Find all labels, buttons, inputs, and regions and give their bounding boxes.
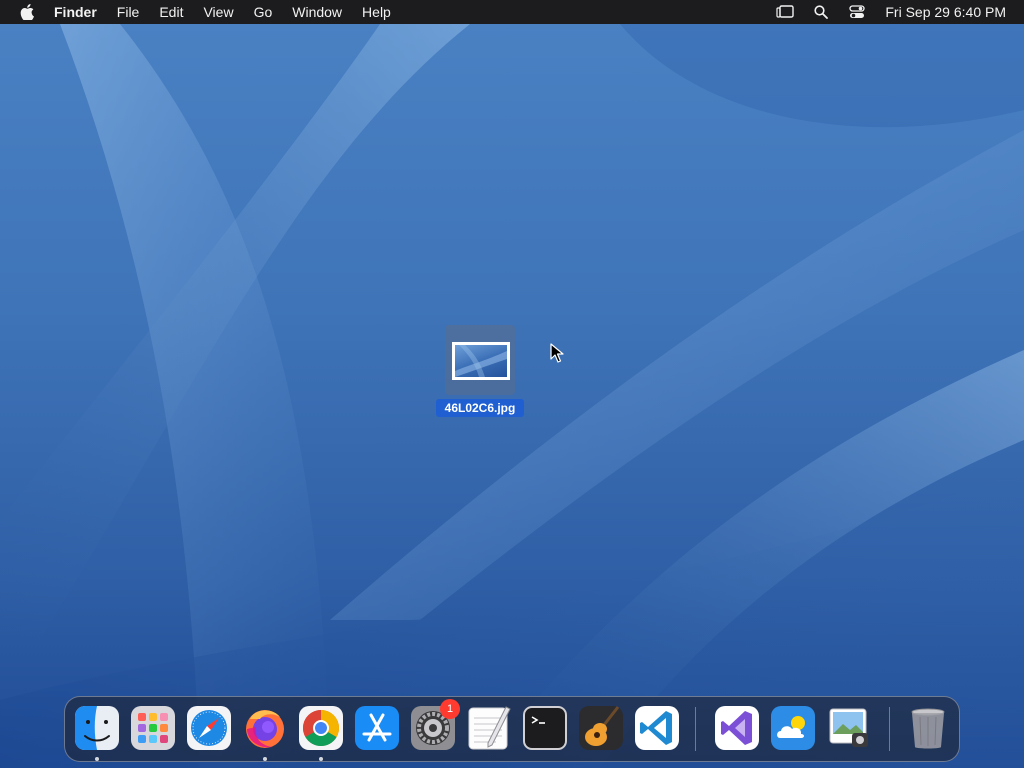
menu-help[interactable]: Help — [352, 0, 401, 24]
firefox-icon — [246, 710, 284, 748]
dock-app-preview[interactable] — [826, 705, 872, 751]
app-name-menu[interactable]: Finder — [44, 0, 107, 24]
weather-icon — [771, 706, 815, 750]
apple-menu-icon[interactable] — [16, 0, 38, 24]
running-indicator — [263, 757, 267, 761]
stage-manager-icon[interactable] — [775, 3, 795, 21]
dock-app-garageband[interactable] — [578, 705, 624, 751]
dock-app-app-store[interactable] — [354, 705, 400, 751]
image-thumbnail-icon — [452, 342, 510, 380]
garageband-icon — [579, 706, 623, 750]
vscode-icon — [635, 706, 679, 750]
dock-app-vscode[interactable] — [634, 705, 680, 751]
safari-icon — [187, 706, 231, 750]
dock-separator — [695, 707, 696, 751]
launchpad-icon — [131, 706, 175, 750]
mouse-cursor-icon — [550, 343, 564, 363]
dock-app-system-settings[interactable]: 1 — [410, 699, 460, 751]
dock-separator — [889, 707, 890, 751]
dock-app-finder[interactable] — [74, 705, 120, 751]
dock-app-textedit[interactable] — [466, 705, 512, 751]
chrome-icon — [299, 706, 343, 750]
notification-badge: 1 — [440, 699, 460, 719]
terminal-icon — [523, 706, 567, 750]
finder-icon — [75, 706, 119, 750]
running-indicator — [319, 757, 323, 761]
menu-window[interactable]: Window — [282, 0, 352, 24]
running-indicator — [95, 757, 99, 761]
menu-bar-clock[interactable]: Fri Sep 29 6:40 PM — [885, 4, 1006, 20]
dock-app-safari[interactable] — [186, 705, 232, 751]
menu-file[interactable]: File — [107, 0, 150, 24]
app-store-icon — [355, 706, 399, 750]
trash-icon — [911, 708, 945, 749]
visual-studio-icon — [715, 706, 759, 750]
textedit-icon — [468, 706, 511, 750]
dock: 1 — [64, 696, 960, 762]
dock-app-firefox[interactable] — [242, 705, 288, 751]
menu-bar: Finder File Edit View Go Window Help Fri… — [0, 0, 1024, 24]
dock-app-visual-studio[interactable] — [714, 705, 760, 751]
dock-app-trash[interactable] — [905, 705, 951, 751]
dock-app-chrome[interactable] — [298, 705, 344, 751]
control-center-icon[interactable] — [847, 3, 867, 21]
dock-app-weather[interactable] — [770, 705, 816, 751]
menu-go[interactable]: Go — [244, 0, 283, 24]
menu-view[interactable]: View — [193, 0, 243, 24]
preview-icon — [829, 708, 868, 747]
dock-app-terminal[interactable] — [522, 705, 568, 751]
dock-app-launchpad[interactable] — [130, 705, 176, 751]
desktop[interactable]: Finder File Edit View Go Window Help Fri… — [0, 0, 1024, 768]
menu-edit[interactable]: Edit — [149, 0, 193, 24]
spotlight-search-icon[interactable] — [811, 3, 831, 21]
desktop-file-icon[interactable]: 46L02C6.jpg — [434, 325, 526, 420]
file-name-label: 46L02C6.jpg — [436, 399, 524, 417]
